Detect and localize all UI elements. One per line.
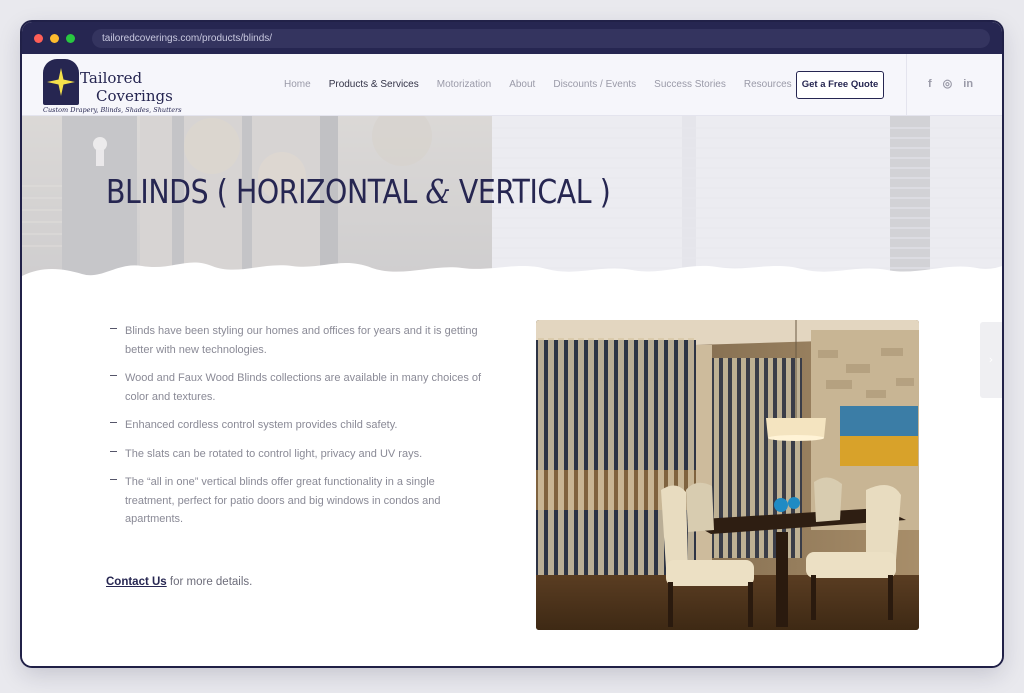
site-header: Tailored Coverings Custom Drapery, Blind… <box>22 54 1002 116</box>
page-title-part2: VERTICAL ) <box>450 172 611 211</box>
nav-item-products-services[interactable]: Products & Services <box>329 79 419 90</box>
header-divider <box>906 54 907 116</box>
nav-item-discounts-events[interactable]: Discounts / Events <box>553 79 636 90</box>
main-nav: Home Products & Services Motorization Ab… <box>284 79 810 90</box>
list-item: Enhanced cordless control system provide… <box>106 416 486 435</box>
nav-item-resources[interactable]: Resources <box>744 79 792 90</box>
nav-item-about[interactable]: About <box>509 79 535 90</box>
nav-item-motorization[interactable]: Motorization <box>437 79 491 90</box>
instagram-icon[interactable]: ◎ <box>943 77 953 90</box>
browser-window: tailoredcoverings.com/products/blinds/ T… <box>22 22 1002 666</box>
logo-text-line1: Tailored <box>80 69 143 87</box>
features-list: Blinds have been styling our homes and o… <box>106 322 486 539</box>
browser-titlebar: tailoredcoverings.com/products/blinds/ <box>22 22 1002 54</box>
main-content: Blinds have been styling our homes and o… <box>22 286 1002 666</box>
list-item: Wood and Faux Wood Blinds collections ar… <box>106 369 486 406</box>
logo-text-line2: Coverings <box>96 87 173 105</box>
maximize-window-button[interactable] <box>66 34 75 43</box>
facebook-icon[interactable]: f <box>928 78 932 90</box>
contact-line: Contact Us for more details. <box>106 576 252 588</box>
address-bar[interactable]: tailoredcoverings.com/products/blinds/ <box>92 29 990 48</box>
hero-banner: BLINDS ( HORIZONTAL & VERTICAL ) <box>22 116 1002 286</box>
list-item: The “all in one” vertical blinds offer g… <box>106 473 486 529</box>
social-links: f ◎ in <box>928 77 984 91</box>
page-title-ampersand: & <box>425 172 451 211</box>
list-item: The slats can be rotated to control ligh… <box>106 445 486 464</box>
contact-line-text: for more details. <box>166 576 253 588</box>
close-window-button[interactable] <box>34 34 43 43</box>
nav-item-success-stories[interactable]: Success Stories <box>654 79 726 90</box>
logo-emblem <box>43 59 79 105</box>
linkedin-icon[interactable]: in <box>963 78 973 90</box>
vertical-blinds-image <box>536 320 919 630</box>
list-item: Blinds have been styling our homes and o… <box>106 322 486 359</box>
contact-us-link[interactable]: Contact Us <box>106 576 167 588</box>
star-icon <box>47 68 75 96</box>
dining-room-photo <box>536 320 919 630</box>
page-title: BLINDS ( HORIZONTAL & VERTICAL ) <box>106 172 611 211</box>
side-next-tab[interactable]: › <box>980 322 1002 398</box>
page-title-part1: BLINDS ( HORIZONTAL <box>106 172 426 211</box>
nav-item-home[interactable]: Home <box>284 79 311 90</box>
free-quote-button[interactable]: Get a Free Quote <box>796 71 884 99</box>
minimize-window-button[interactable] <box>50 34 59 43</box>
logo-tagline: Custom Drapery, Blinds, Shades, Shutters <box>43 106 182 114</box>
